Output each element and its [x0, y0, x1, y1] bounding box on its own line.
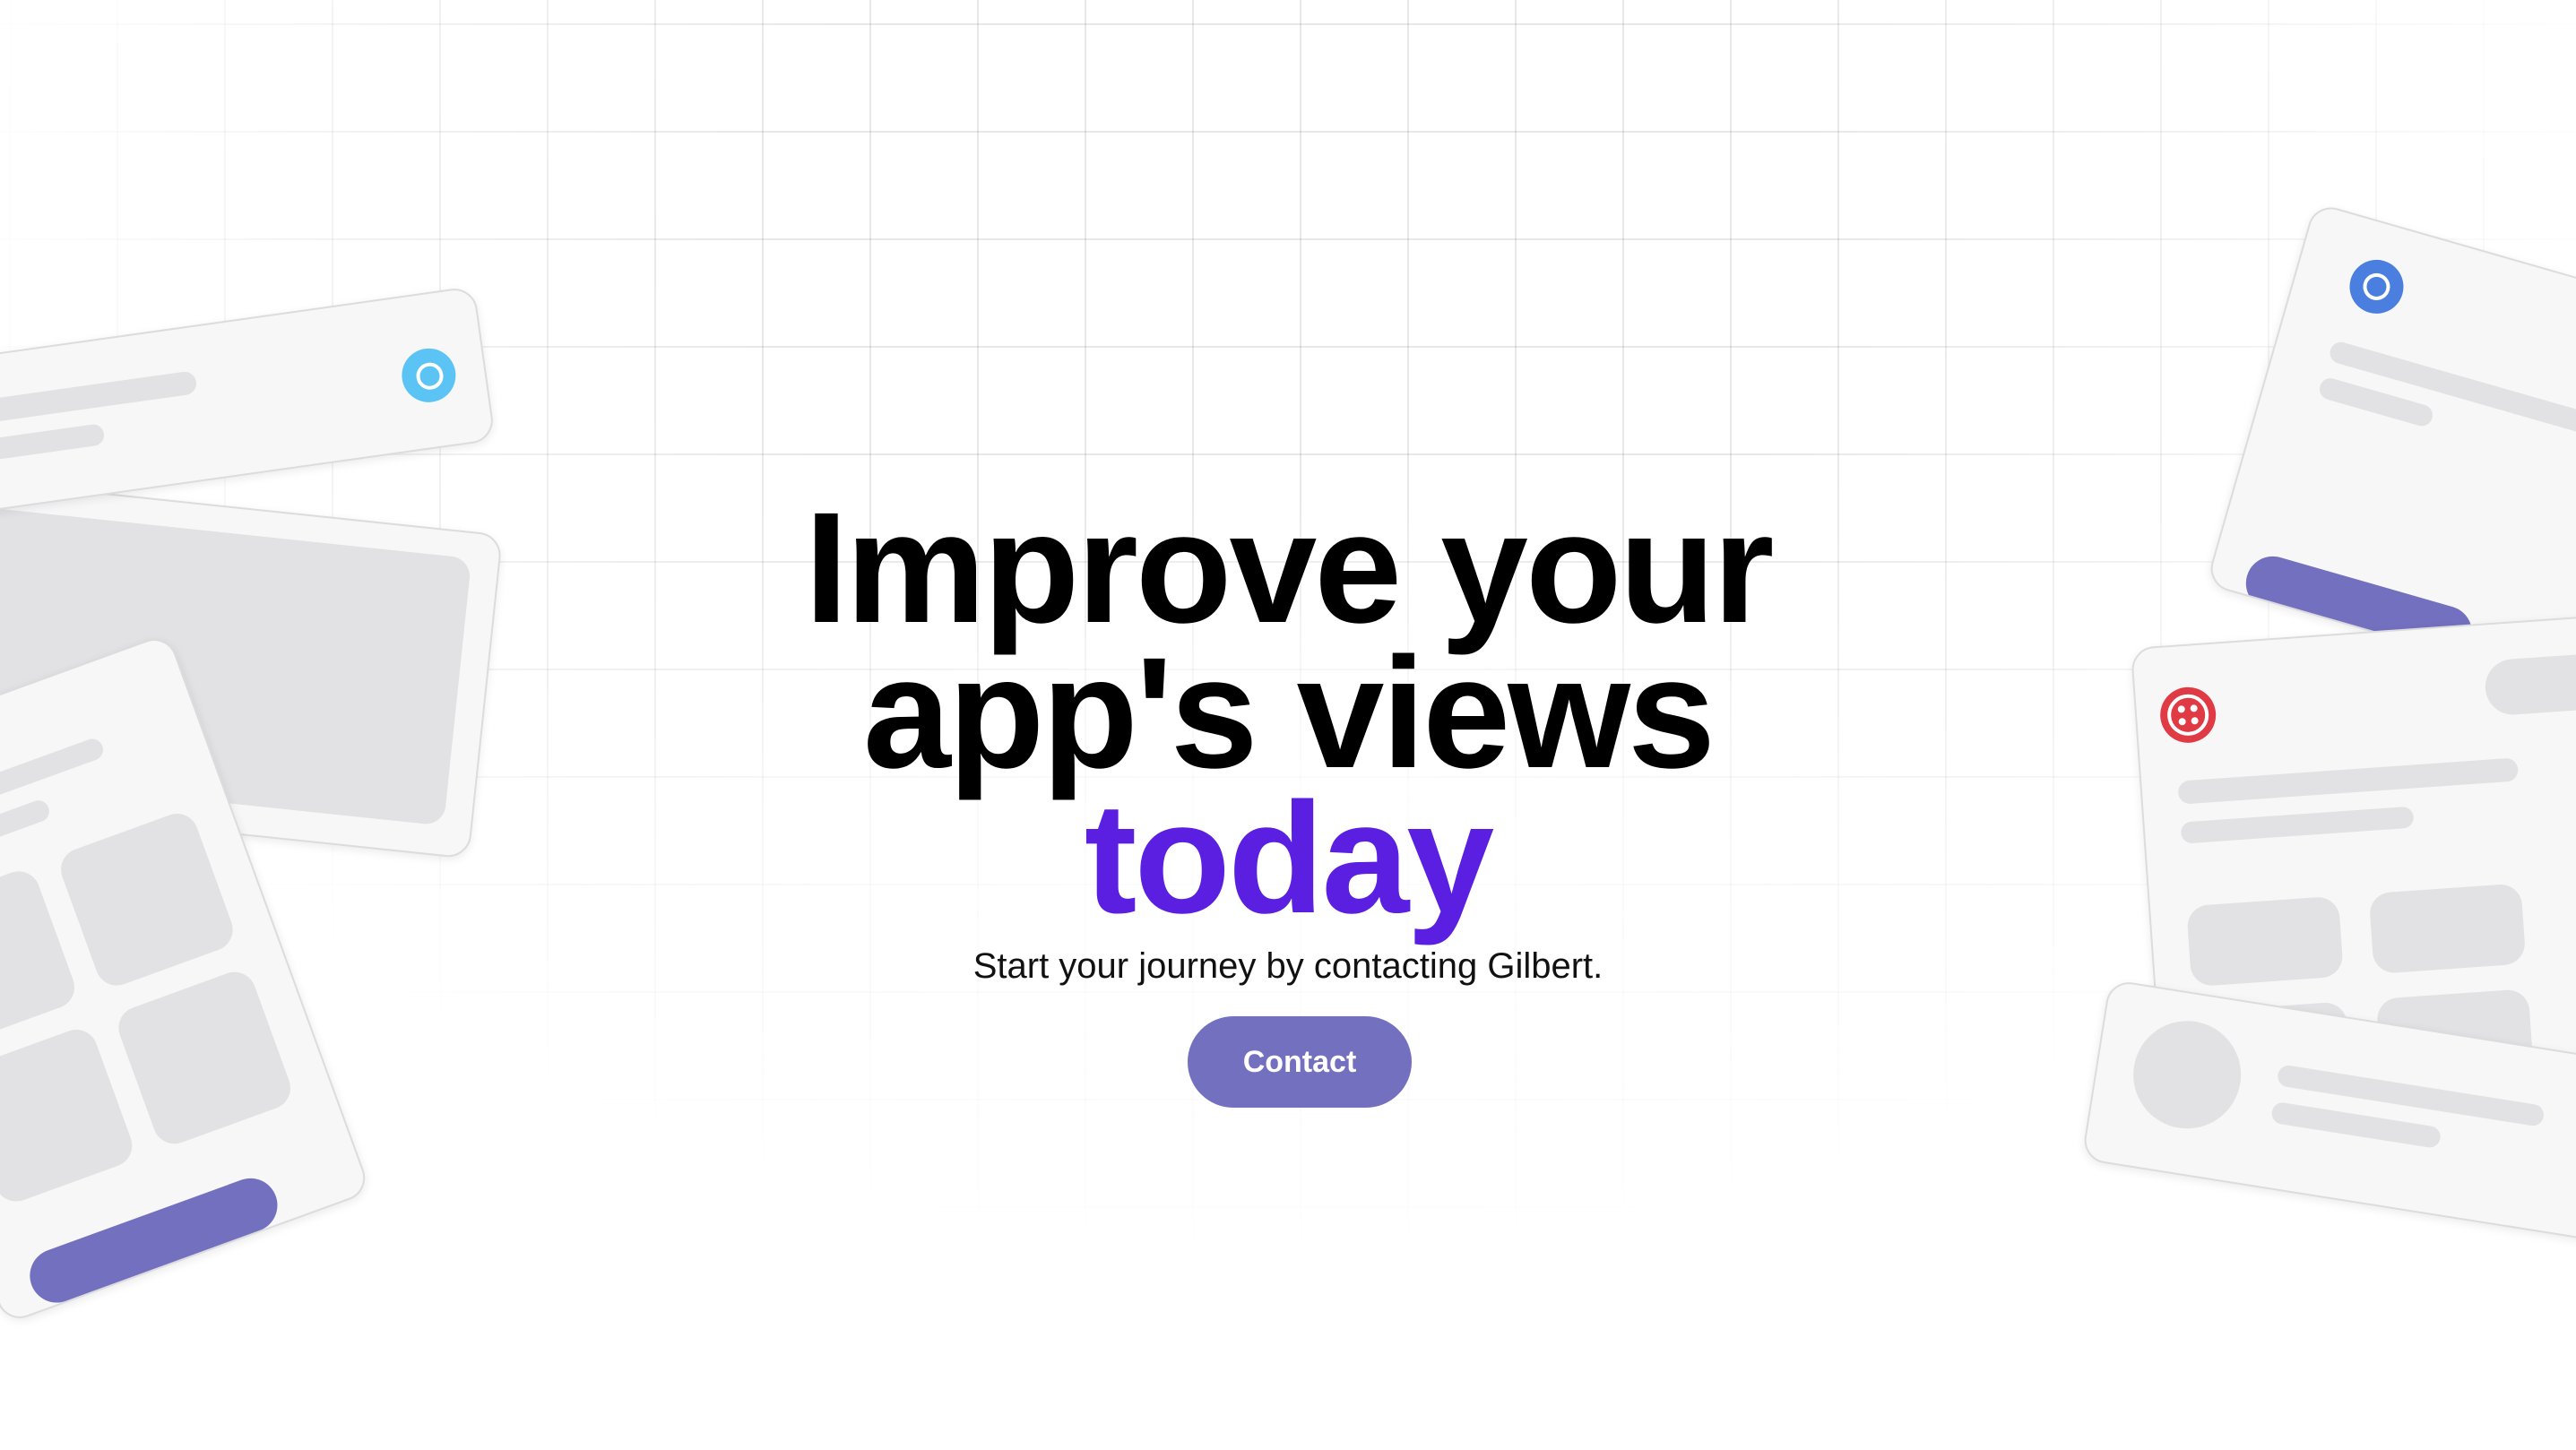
contact-button[interactable]: Contact	[1188, 1016, 1412, 1108]
placeholder-tile	[0, 1023, 139, 1208]
placeholder-line	[2269, 1100, 2442, 1150]
chrome-icon	[2343, 253, 2410, 321]
placeholder-line	[0, 370, 198, 424]
placeholder-tile	[112, 965, 297, 1151]
circle-logo-icon	[398, 344, 460, 406]
landing-page: Improve your app's views today Start you…	[0, 0, 2576, 1450]
hero-subtitle: Start your journey by contacting Gilbert…	[972, 946, 1604, 986]
avatar-placeholder	[2125, 1013, 2249, 1136]
hero-title-line-2: app's views	[863, 626, 1716, 801]
hero-title-accent: today	[1084, 771, 1494, 946]
hero-title-line-1: Improve your	[804, 480, 1775, 656]
placeholder-line	[0, 423, 106, 461]
